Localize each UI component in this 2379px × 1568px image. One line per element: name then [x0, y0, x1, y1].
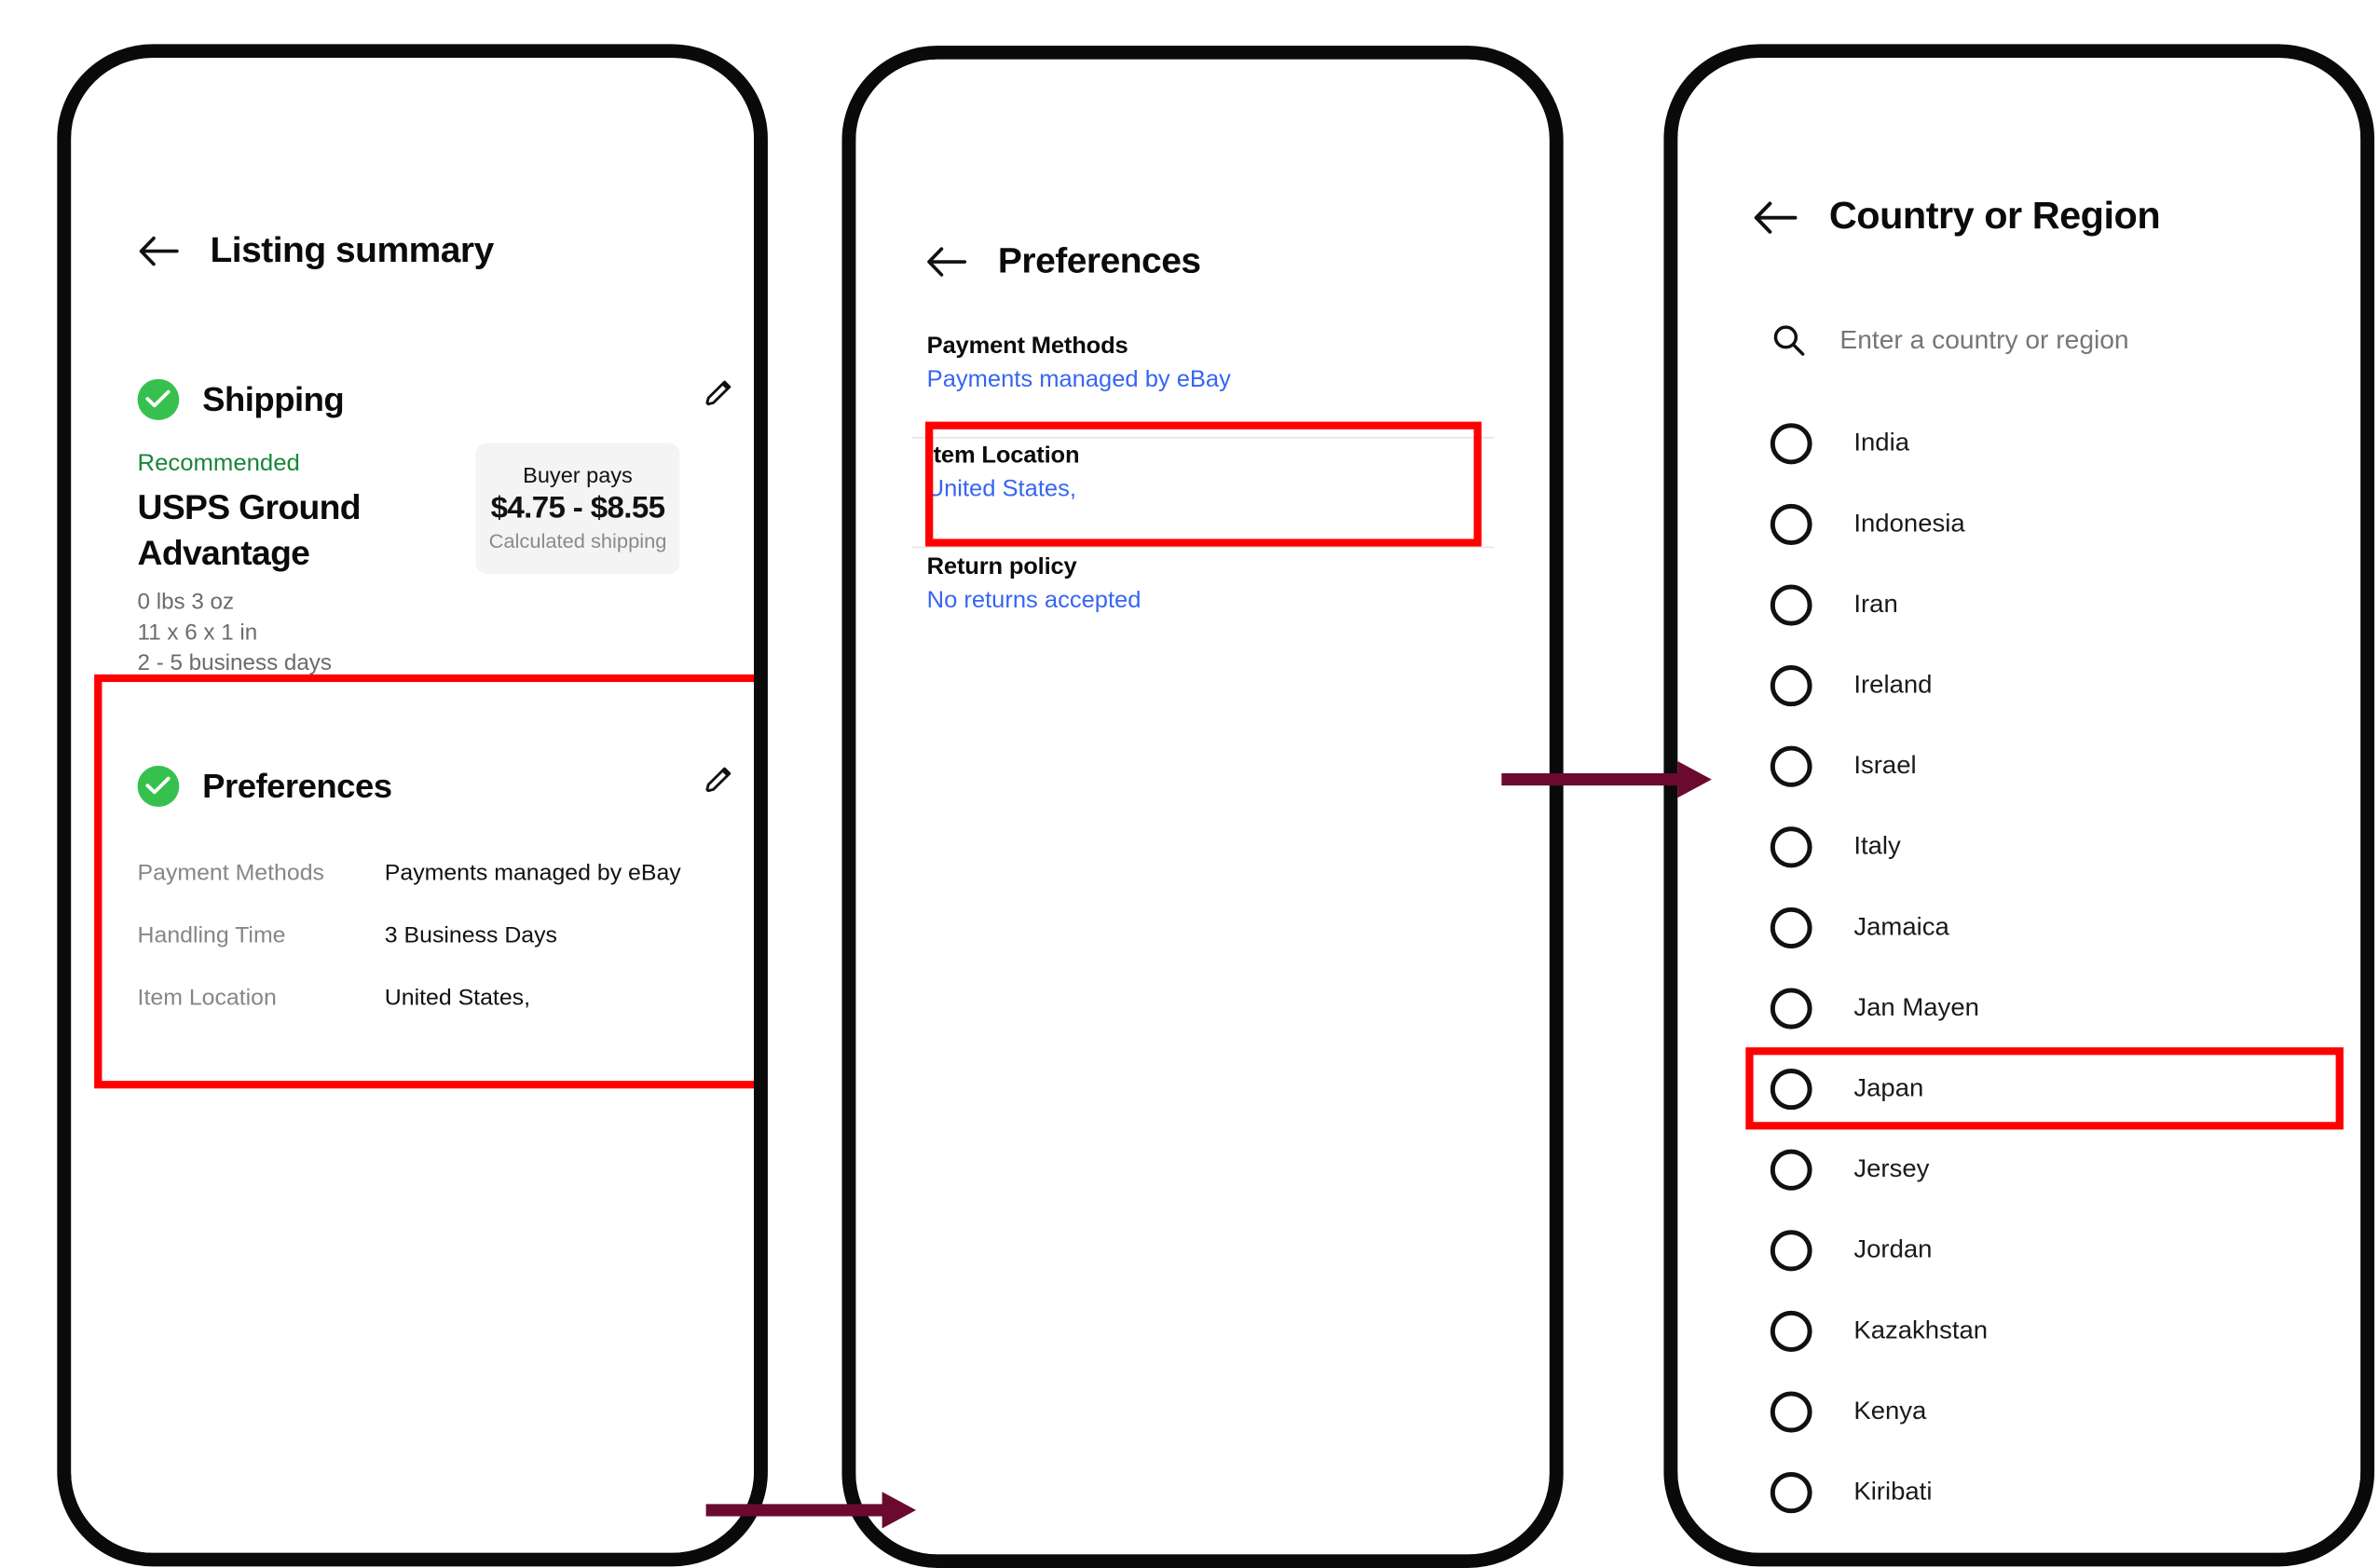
phone1-navbar: Listing summary: [138, 230, 494, 271]
preference-value: United States,: [384, 985, 530, 1011]
return-policy-row[interactable]: Return policy No returns accepted: [927, 554, 1142, 615]
preference-value: 3 Business Days: [384, 922, 557, 948]
list-item[interactable]: Jordan: [1677, 1210, 2360, 1289]
country-name: Ireland: [1853, 669, 1933, 699]
preference-key: Payment Methods: [137, 860, 324, 886]
return-policy-value: No returns accepted: [926, 587, 1142, 614]
phone-listing-summary: Listing summary Shipping Recommended USP…: [57, 44, 768, 1567]
radio-icon[interactable]: [1770, 583, 1812, 625]
radio-icon[interactable]: [1770, 1068, 1812, 1110]
list-item[interactable]: Jamaica: [1677, 888, 2360, 967]
radio-icon[interactable]: [1770, 744, 1812, 786]
return-policy-label: Return policy: [926, 553, 1077, 580]
country-name: Iran: [1853, 589, 1898, 619]
phone3-navbar: Country or Region: [1752, 195, 2161, 239]
list-item[interactable]: Kazakhstan: [1677, 1291, 2360, 1370]
radio-icon[interactable]: [1770, 1310, 1812, 1352]
list-item[interactable]: India: [1677, 403, 2360, 483]
package-dimensions: 11 x 6 x 1 in: [137, 620, 258, 646]
buyer-pays-sub: Calculated shipping: [488, 529, 667, 553]
list-item[interactable]: Kenya: [1677, 1371, 2360, 1451]
screenshot-canvas: Listing summary Shipping Recommended USP…: [0, 0, 2379, 1568]
preferences-section-header: Preferences: [137, 765, 392, 808]
list-item-japan[interactable]: Japan: [1677, 1049, 2360, 1128]
delivery-estimate: 2 - 5 business days: [137, 650, 333, 675]
phone-preferences: Preferences Payment Methods Payments man…: [841, 46, 1564, 1568]
list-item[interactable]: Ireland: [1677, 646, 2360, 725]
check-circle-icon: [137, 765, 180, 808]
country-name: Kazakhstan: [1853, 1315, 1989, 1344]
payment-methods-value: Payments managed by eBay: [926, 366, 1231, 393]
country-name: India: [1853, 428, 1910, 457]
package-weight: 0 lbs 3 oz: [137, 590, 235, 616]
radio-icon[interactable]: [1770, 907, 1812, 948]
radio-icon[interactable]: [1770, 1229, 1812, 1271]
country-name: Jordan: [1853, 1234, 1933, 1264]
country-name: Jersey: [1853, 1153, 1930, 1183]
item-location-label: Item Location: [926, 443, 1080, 470]
list-item[interactable]: Iran: [1677, 565, 2360, 644]
item-location-row[interactable]: Item Location United States,: [927, 443, 1080, 503]
radio-icon[interactable]: [1770, 503, 1812, 545]
divider: [911, 546, 1495, 549]
shipping-section-header: Shipping: [137, 378, 345, 420]
arrow-phone1-to-phone2: [705, 1492, 917, 1529]
list-item[interactable]: Jan Mayen: [1677, 968, 2360, 1047]
list-item[interactable]: Indonesia: [1677, 484, 2360, 564]
preference-key: Handling Time: [137, 922, 286, 948]
shipping-service-name: USPS Ground Advantage: [137, 488, 362, 572]
country-search-placeholder: Enter a country or region: [1839, 324, 2129, 354]
buyer-pays-label: Buyer pays: [523, 464, 633, 489]
radio-icon[interactable]: [1770, 422, 1812, 464]
page-title: Listing summary: [210, 229, 494, 270]
back-arrow-icon[interactable]: [138, 234, 180, 267]
shipping-meta: 0 lbs 3 oz 11 x 6 x 1 in 2 - 5 business …: [138, 589, 332, 679]
list-item[interactable]: Kiribati: [1677, 1452, 2360, 1532]
search-icon: [1773, 325, 1805, 356]
list-item[interactable]: Jersey: [1677, 1129, 2360, 1208]
pencil-icon[interactable]: [703, 764, 736, 798]
check-circle-icon: [137, 378, 180, 420]
country-name: Jan Mayen: [1853, 992, 1979, 1022]
radio-icon[interactable]: [1770, 1390, 1812, 1432]
country-name: Indonesia: [1853, 508, 1965, 538]
country-name: Italy: [1853, 831, 1901, 861]
phone2-navbar: Preferences: [925, 240, 1201, 281]
shipping-section-title: Shipping: [202, 379, 345, 418]
payment-methods-row[interactable]: Payment Methods Payments managed by eBay: [927, 334, 1231, 394]
phone2-screen: Preferences Payment Methods Payments man…: [855, 59, 1550, 1555]
preferences-section-title: Preferences: [202, 766, 392, 805]
back-arrow-icon[interactable]: [1752, 198, 1798, 235]
radio-icon[interactable]: [1770, 987, 1812, 1029]
buyer-pays-card: Buyer pays $4.75 - $8.55 Calculated ship…: [475, 443, 680, 575]
country-name: Israel: [1853, 750, 1917, 780]
country-search-field[interactable]: Enter a country or region: [1771, 322, 2129, 358]
phone-country-or-region: Country or Region Enter a country or reg…: [1663, 44, 2375, 1567]
page-title: Country or Region: [1828, 195, 2161, 238]
country-name: Kenya: [1853, 1396, 1927, 1425]
arrow-phone2-to-phone3: [1501, 760, 1712, 798]
country-name: Japan: [1853, 1072, 1924, 1103]
country-name: Jamaica: [1853, 911, 1949, 941]
phone1-screen: Listing summary Shipping Recommended USP…: [71, 58, 755, 1553]
radio-icon[interactable]: [1770, 1471, 1812, 1513]
page-title: Preferences: [997, 240, 1201, 280]
list-item[interactable]: Italy: [1677, 807, 2360, 886]
item-location-value: United States,: [926, 476, 1076, 503]
preference-value: Payments managed by eBay: [384, 860, 681, 886]
phone3-screen: Country or Region Enter a country or reg…: [1677, 58, 2361, 1553]
divider: [911, 436, 1495, 439]
radio-icon[interactable]: [1770, 825, 1812, 867]
list-item[interactable]: Israel: [1677, 726, 2360, 805]
radio-icon[interactable]: [1770, 664, 1812, 706]
preference-key: Item Location: [137, 985, 277, 1011]
country-name: Kiribati: [1853, 1476, 1933, 1507]
pencil-icon[interactable]: [703, 377, 736, 411]
buyer-pays-amount: $4.75 - $8.55: [490, 491, 665, 525]
radio-icon[interactable]: [1770, 1148, 1812, 1190]
payment-methods-label: Payment Methods: [926, 333, 1128, 360]
recommended-label: Recommended: [137, 450, 300, 477]
back-arrow-icon[interactable]: [925, 244, 967, 278]
